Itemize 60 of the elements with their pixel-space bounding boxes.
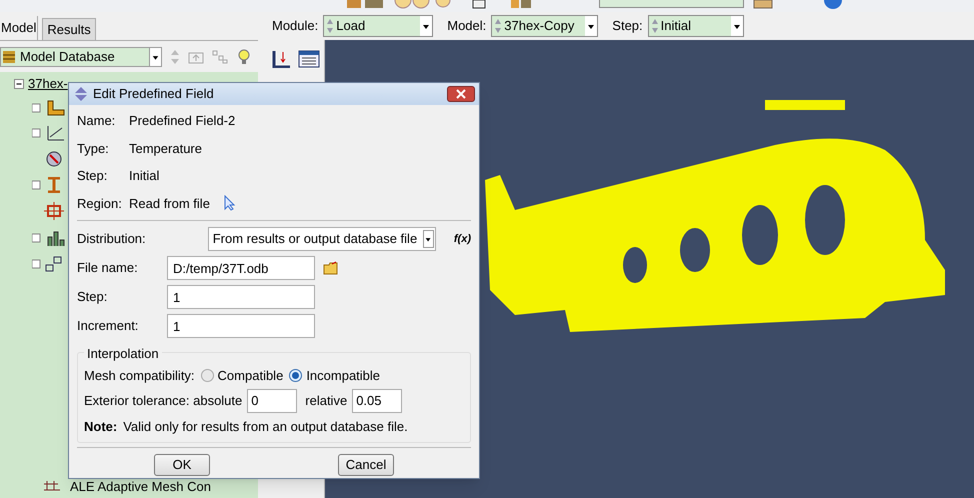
- diamond-arrows-icon: [73, 87, 89, 101]
- function-label[interactable]: f(x): [454, 230, 471, 248]
- field-label: File name:: [77, 259, 139, 278]
- render-style-combo[interactable]: [599, 0, 744, 8]
- text-field[interactable]: 1: [167, 314, 315, 338]
- context-combo[interactable]: Initial: [648, 15, 744, 37]
- radio-option[interactable]: Compatible: [200, 366, 284, 386]
- field-label: Type:: [77, 140, 110, 158]
- collapse-toggle[interactable]: [14, 78, 24, 89]
- pick-arrow-icon[interactable]: [224, 195, 236, 212]
- field-label: Increment:: [77, 317, 140, 336]
- context-combo[interactable]: Load: [323, 15, 434, 37]
- load-icon[interactable]: [272, 50, 292, 68]
- field-label: Distribution:: [77, 230, 147, 248]
- tree-item-label[interactable]: ALE Adaptive Mesh Con: [70, 476, 211, 496]
- close-icon: [456, 89, 466, 99]
- material-icon[interactable]: [32, 124, 66, 140]
- field-label: relative: [305, 392, 348, 410]
- field-label: Model:: [447, 17, 486, 36]
- relative-tolerance-field[interactable]: 0.05: [352, 388, 402, 412]
- field-label: Region:: [77, 194, 123, 213]
- crosshair-icon[interactable]: [44, 202, 66, 220]
- field-label: Name:: [77, 112, 116, 130]
- text-field[interactable]: D:/temp/37T.odb: [167, 256, 315, 280]
- field-label: Module:: [272, 17, 318, 36]
- field-value: Read from file: [129, 194, 210, 212]
- close-button[interactable]: [447, 86, 475, 102]
- toolbar-icon[interactable]: [471, 0, 531, 9]
- folder-icon[interactable]: [323, 261, 339, 275]
- database-icon: [2, 50, 16, 64]
- note-label: Note:: [84, 418, 118, 436]
- assembly-icon[interactable]: [32, 228, 66, 246]
- distribution-combo[interactable]: From results or output database file: [208, 227, 436, 251]
- note-text: Valid only for results from an output database file.: [123, 418, 408, 436]
- radio-option[interactable]: Incompatible: [289, 366, 380, 386]
- field-label: Step:: [77, 288, 108, 306]
- field-label: Exterior tolerance: absolute: [84, 392, 242, 410]
- dialog-button[interactable]: Cancel: [338, 454, 394, 476]
- box-icon[interactable]: [752, 0, 774, 9]
- dialog-button[interactable]: OK: [154, 454, 210, 476]
- absolute-tolerance-field[interactable]: 0: [247, 388, 298, 412]
- tree-root-label[interactable]: 37hex-: [28, 74, 68, 94]
- part-icon[interactable]: [32, 100, 66, 116]
- light-bulb-icon[interactable]: [236, 48, 252, 66]
- panel-tab[interactable]: Results: [42, 18, 96, 40]
- dialog-title: Edit Predefined Field: [93, 85, 215, 104]
- field-label: Mesh compatibility:: [84, 367, 195, 385]
- context-combo[interactable]: 37hex-Copy: [491, 15, 598, 37]
- field-value: Temperature: [129, 140, 202, 158]
- field-label: Step:: [612, 17, 643, 36]
- field-value: Predefined Field-2: [129, 112, 236, 130]
- field-label: Step:: [77, 167, 108, 185]
- text-field[interactable]: 1: [167, 285, 315, 309]
- panel-tab[interactable]: Model: [0, 16, 38, 40]
- model-database-combo[interactable]: Model Database: [0, 46, 162, 66]
- field-value: Initial: [129, 167, 160, 185]
- info-icon[interactable]: [822, 0, 844, 9]
- tree-nodes-icon[interactable]: [212, 50, 228, 64]
- table-manager-icon[interactable]: [298, 50, 320, 68]
- combo-value: Model Database: [20, 48, 116, 66]
